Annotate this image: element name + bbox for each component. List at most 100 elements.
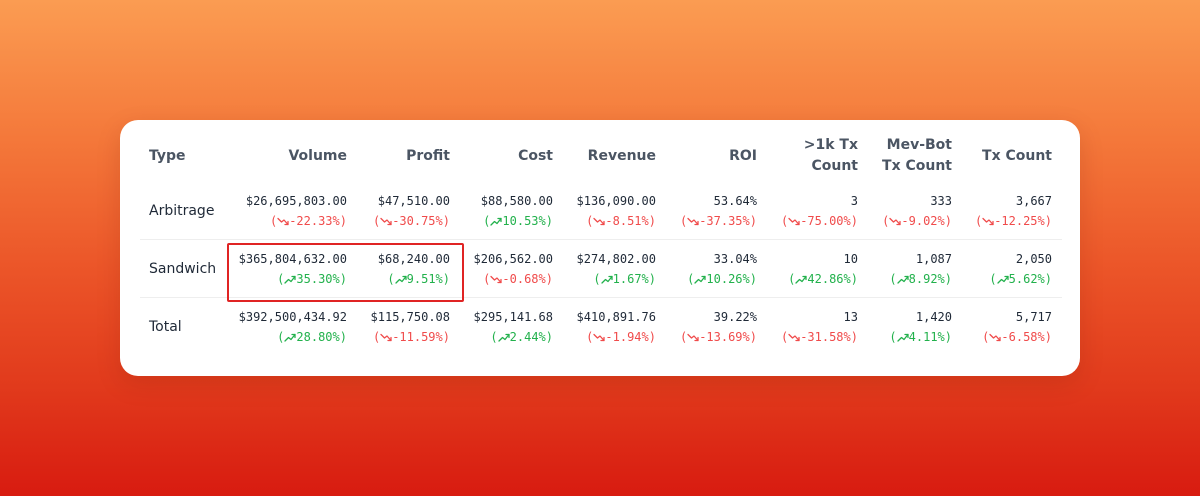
1k-tx-count-cell: 13 (-31.58%) [767, 297, 868, 355]
change-percent: 10.53% [502, 213, 546, 228]
roi-cell: 53.64% (-37.35%) [666, 182, 767, 240]
mev-bot-tx-count-change: (4.11%) [889, 329, 952, 344]
table-header-row: Type Volume Profit Cost Revenue ROI >1k Tx Coun… [140, 130, 1062, 182]
profit-change: (-11.59%) [372, 329, 450, 344]
1k-tx-count-change: (-75.00%) [780, 213, 858, 228]
cost-value: $206,562.00 [473, 251, 553, 266]
change-percent: -9.02% [901, 213, 945, 228]
mev-bot-tx-count-cell: 1,087 (8.92%) [868, 239, 962, 298]
volume-cell: $26,695,803.00 (-22.33%) [228, 182, 357, 240]
mev-bot-tx-count-cell: 333 (-9.02%) [868, 182, 962, 240]
volume-change: (28.80%) [277, 329, 347, 344]
trend-up-icon [490, 217, 503, 226]
cost-change: (10.53%) [483, 213, 553, 228]
table-row-arbitrage: Arbitrage $26,695,803.00 (-22.33%) $47,510.… [140, 182, 1062, 240]
trend-down-icon [687, 333, 699, 341]
column-header-tx-count[interactable]: Tx Count [962, 130, 1062, 182]
tx-count-value: 2,050 [1015, 251, 1052, 266]
column-header-type[interactable]: Type [140, 130, 228, 182]
change-percent: 8.92% [908, 271, 945, 286]
revenue-value: $410,891.76 [576, 309, 656, 324]
column-header-volume[interactable]: Volume [228, 130, 357, 182]
1k-tx-count-change: (-31.58%) [780, 329, 858, 344]
revenue-change: (1.67%) [593, 271, 656, 286]
trend-down-icon [380, 333, 392, 341]
cost-cell: $206,562.00 (-0.68%) [460, 239, 563, 298]
tx-count-change: (5.62%) [989, 271, 1052, 286]
trend-down-icon [788, 333, 800, 341]
change-percent: -31.58% [800, 329, 851, 344]
change-percent: 9.51% [406, 271, 443, 286]
trend-up-icon [996, 275, 1009, 284]
1k-tx-count-change: (42.86%) [788, 271, 858, 286]
profit-change: (9.51%) [387, 271, 450, 286]
column-header-revenue[interactable]: Revenue [563, 130, 666, 182]
trend-up-icon [600, 275, 613, 284]
tx-count-cell: 5,717 (-6.58%) [962, 297, 1062, 355]
cost-cell: $88,580.00 (10.53%) [460, 182, 563, 240]
revenue-value: $136,090.00 [576, 193, 656, 208]
cost-value: $88,580.00 [480, 193, 553, 208]
trend-up-icon [284, 333, 297, 342]
column-header-roi[interactable]: ROI [666, 130, 767, 182]
trend-down-icon [593, 333, 606, 341]
change-percent: 10.26% [706, 271, 750, 286]
profit-value: $68,240.00 [377, 251, 450, 266]
column-header-mev-bot-tx-count[interactable]: Mev-Bot Tx Count [868, 130, 962, 182]
trend-up-icon [896, 275, 909, 284]
trend-up-icon [694, 275, 707, 284]
1k-tx-count-value: 13 [843, 309, 858, 324]
table-row-sandwich: Sandwich $365,804,632.00 (35.30%) $68,240.0… [140, 239, 1062, 298]
change-percent: 1.67% [612, 271, 649, 286]
change-percent: 35.30% [296, 271, 340, 286]
tx-count-change: (-6.58%) [982, 329, 1052, 344]
trend-down-icon [277, 217, 289, 225]
profit-value: $47,510.00 [377, 193, 450, 208]
revenue-change: (-8.51%) [586, 213, 656, 228]
trend-down-icon [889, 217, 902, 225]
column-header-profit[interactable]: Profit [357, 130, 460, 182]
row-type-label: Sandwich [140, 239, 228, 298]
change-percent: -22.33% [289, 213, 340, 228]
column-header-cost[interactable]: Cost [460, 130, 563, 182]
tx-count-change: (-12.25%) [974, 213, 1052, 228]
roi-value: 33.04% [713, 251, 757, 266]
1k-tx-count-cell: 10 (42.86%) [767, 239, 868, 298]
change-percent: 42.86% [807, 271, 851, 286]
change-percent: 4.11% [908, 329, 945, 344]
trend-down-icon [989, 333, 1002, 341]
tx-count-cell: 2,050 (5.62%) [962, 239, 1062, 298]
change-percent: -0.68% [502, 271, 546, 286]
roi-cell: 39.22% (-13.69%) [666, 297, 767, 355]
1k-tx-count-value: 10 [843, 251, 858, 266]
tx-count-value: 3,667 [1015, 193, 1052, 208]
change-percent: 5.62% [1008, 271, 1045, 286]
mev-bot-tx-count-value: 1,087 [915, 251, 952, 266]
volume-value: $365,804,632.00 [238, 251, 347, 266]
row-type-label: Total [140, 297, 228, 355]
volume-value: $26,695,803.00 [245, 193, 347, 208]
trend-down-icon [982, 217, 994, 225]
cost-change: (-0.68%) [483, 271, 553, 286]
trend-down-icon [593, 217, 606, 225]
roi-value: 53.64% [713, 193, 757, 208]
tx-count-value: 5,717 [1015, 309, 1052, 324]
revenue-value: $274,802.00 [576, 251, 656, 266]
roi-cell: 33.04% (10.26%) [666, 239, 767, 298]
revenue-change: (-1.94%) [586, 329, 656, 344]
change-percent: -75.00% [800, 213, 851, 228]
tx-count-cell: 3,667 (-12.25%) [962, 182, 1062, 240]
change-percent: 28.80% [296, 329, 340, 344]
stats-card: Type Volume Profit Cost Revenue ROI >1k Tx Coun… [120, 120, 1080, 376]
column-header-1k-tx-count[interactable]: >1k Tx Count [767, 130, 868, 182]
roi-change: (10.26%) [687, 271, 757, 286]
mev-stats-table: Type Volume Profit Cost Revenue ROI >1k Tx Coun… [140, 130, 1062, 355]
roi-change: (-13.69%) [679, 329, 757, 344]
trend-up-icon [896, 333, 909, 342]
volume-value: $392,500,434.92 [238, 309, 347, 324]
change-percent: 2.44% [509, 329, 546, 344]
trend-up-icon [284, 275, 297, 284]
volume-change: (-22.33%) [269, 213, 347, 228]
trend-up-icon [394, 275, 407, 284]
trend-down-icon [687, 217, 699, 225]
